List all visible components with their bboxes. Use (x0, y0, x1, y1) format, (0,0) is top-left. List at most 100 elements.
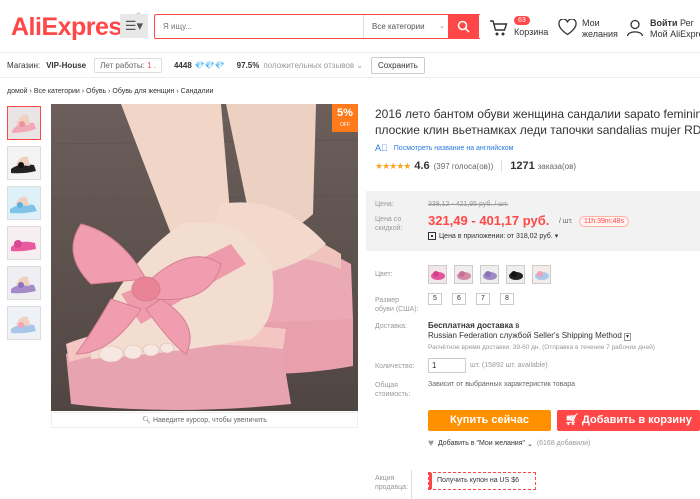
chevron-down-icon: ▾ (624, 333, 632, 341)
thumbnail-list (7, 106, 41, 346)
wishlist-label-1: Мои (582, 18, 600, 28)
divider (411, 470, 412, 499)
search-button[interactable] (448, 14, 479, 39)
signin-link[interactable]: Войти (650, 18, 677, 28)
product-main-image[interactable]: 5% OFF (51, 104, 358, 411)
thumbnail-purple[interactable] (7, 266, 41, 300)
chevron-down-icon: ⌄ (439, 23, 445, 30)
shipping-method-select[interactable]: Russian Federation службой Seller's Ship… (428, 331, 632, 341)
thumbnail-rose[interactable] (7, 226, 41, 260)
delivery-estimate: Расчётное время доставки: 39-60 дн. (Отп… (428, 344, 655, 351)
cart-icon (490, 20, 508, 36)
shipping-label: Доставка: (375, 323, 408, 330)
discount-price-label: Цена со скидкой: (375, 216, 403, 232)
price-box: Цена: 338,12 - 421,95 руб. / шт. Цена со… (366, 191, 700, 251)
rating-stars-icon[interactable]: ★★★★★ (375, 161, 411, 172)
size-option[interactable]: 8 (500, 293, 514, 305)
wishlist-label-2: желания (582, 29, 618, 39)
quantity-label: Количество: (375, 363, 415, 370)
color-swatch-purple[interactable] (480, 265, 499, 284)
site-header: AliExpress® ☰▾ Все категории⌄ 63 Корзина… (0, 0, 700, 52)
color-label: Цвет: (375, 271, 393, 278)
hamburger-icon: ☰▾ (124, 18, 144, 33)
total-value: Зависит от выбранных характеристик товар… (428, 381, 575, 388)
rating-row: ★★★★★ 4.6 (397 голоса(ов)) 1271 заказа(о… (375, 160, 576, 172)
thumbnail-lightblue[interactable] (7, 306, 41, 340)
color-swatch-lightblue[interactable] (532, 265, 551, 284)
quantity-available: шт. (15892 шт. available) (470, 362, 548, 369)
orders-count: 1271 (510, 160, 535, 172)
store-years-badge: Лет работы: 1 . (94, 57, 162, 73)
size-options: 5 6 7 8 (428, 293, 524, 305)
magnifier-icon: 🔍︎ (142, 417, 152, 424)
shipping-info: Бесплатная доставка в Russian Federation… (428, 321, 700, 353)
positive-feedback-percent: 97.5% (236, 60, 260, 70)
store-years-label: Лет работы: (100, 60, 145, 70)
color-swatch-rose[interactable] (428, 265, 447, 284)
diamond-icon: 💎💎💎 (194, 60, 225, 70)
store-name[interactable]: VIP-House (46, 61, 86, 70)
countdown-timer: 11h:39m:48s (579, 216, 629, 227)
current-price: 321,49 - 401,17 руб. (428, 213, 550, 228)
cart-icon: 🛒︎ (565, 414, 583, 426)
discount-badge: 5% OFF (332, 104, 358, 132)
my-aliexpress-link[interactable]: Мой AliExpress (650, 29, 700, 39)
search-icon (457, 20, 470, 33)
account-menu[interactable]: Войти РегМой AliExpress (626, 15, 700, 45)
add-to-cart-button[interactable]: 🛒︎ Добавить в корзину (557, 410, 700, 431)
add-to-wishlist[interactable]: ♥ Добавить в "Мои желания" ⌄ (6168 добав… (428, 438, 590, 449)
product-title-line1: 2016 лето бантом обуви женщина сандалии … (375, 107, 700, 121)
store-score[interactable]: 4448 (174, 61, 192, 70)
app-price-link[interactable]: Цена в приложении: от 318,02 руб. ▾ (428, 232, 558, 240)
translate-icon: A⃝ (375, 143, 388, 153)
size-option[interactable]: 6 (452, 293, 466, 305)
cart-button[interactable]: 63 Корзина (489, 15, 559, 45)
color-swatch-pink[interactable] (454, 265, 473, 284)
product-title: 2016 лето бантом обуви женщина сандалии … (375, 106, 700, 138)
translate-title-link[interactable]: A⃝ Посмотреть название на английском (375, 143, 513, 153)
zoom-hint: 🔍︎ Наведите курсор, чтобы увеличить (51, 412, 358, 428)
orders-label: заказа(ов) (537, 161, 577, 171)
size-option[interactable]: 7 (476, 293, 490, 305)
user-icon (626, 19, 644, 37)
shipping-to: в (515, 321, 520, 330)
get-coupon-button[interactable]: Получить купон на US $6 (428, 472, 536, 490)
discount-value: 5% (337, 107, 353, 119)
heart-icon: ♥ (428, 438, 434, 449)
breadcrumb[interactable]: домой › Все категории › Обувь › Обувь дл… (7, 88, 213, 95)
price-label: Цена: (375, 201, 394, 208)
rating-count[interactable]: (397 голоса(ов)) (434, 162, 494, 171)
search-input[interactable] (155, 15, 355, 38)
save-store-button[interactable]: Сохранить (371, 56, 425, 74)
search-bar: Все категории⌄ (154, 14, 480, 39)
register-link[interactable]: Рег (680, 18, 694, 28)
positive-feedback-label[interactable]: положительных отзывов ⌄ (263, 61, 363, 70)
wishlist-count: (6168 добавили) (536, 440, 591, 447)
color-swatch-black[interactable] (506, 265, 525, 284)
total-label: Общая стоимость: (375, 382, 411, 398)
store-years-value: 1 (147, 60, 152, 70)
buy-now-button[interactable]: Купить сейчас (428, 410, 551, 431)
category-select[interactable]: Все категории ⌄ (363, 15, 449, 38)
qr-code-icon (428, 232, 436, 240)
wishlist-button[interactable]: Мои желания (558, 15, 624, 45)
thumbnail-blue[interactable] (7, 186, 41, 220)
thumbnail-pink[interactable] (7, 106, 41, 140)
category-menu-button[interactable]: ☰▾ (120, 14, 148, 38)
cart-label: Корзина (514, 27, 549, 37)
price-unit: / шт. (559, 218, 573, 225)
cart-count-badge: 63 (514, 16, 530, 25)
size-label: Размер обуви (США): (375, 297, 419, 313)
free-shipping: Бесплатная доставка (428, 321, 514, 330)
size-option[interactable]: 5 (428, 293, 442, 305)
quantity-input[interactable] (428, 358, 466, 373)
old-price: 338,12 - 421,95 руб. / шт. (428, 201, 509, 208)
thumbnail-black[interactable] (7, 146, 41, 180)
store-label: Магазин: (7, 60, 41, 70)
quantity-row: шт. (15892 шт. available) (428, 358, 548, 373)
divider (501, 160, 503, 172)
store-bar: Магазин: VIP-House Лет работы: 1 . 4448 … (0, 52, 700, 78)
color-options (428, 265, 558, 284)
promo-label: Акция продавца: (375, 475, 408, 491)
product-title-line2: плоские клин вьетнамках леди тапочки san… (375, 123, 700, 137)
